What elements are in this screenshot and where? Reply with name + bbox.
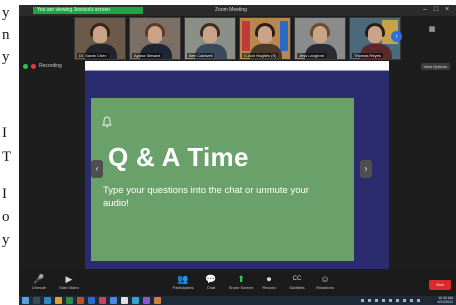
screen-share-banner[interactable]: You are viewing Jessica's screen [33,7,143,14]
system-tray [359,297,429,304]
background-paper-text: y n y I T I o y [0,0,19,305]
previous-slide-button[interactable]: ‹ [91,160,103,178]
paper-letter: o [2,209,10,225]
slide-title: Q & A Time [108,142,249,172]
title-bar: You are viewing Jessica's screen Zoom Me… [19,5,456,16]
slide-body-text: Type your questions into the chat or unm… [103,185,309,209]
paper-letter: y [2,5,10,21]
participant-name: Ayana Stewart [132,53,162,58]
participant-name: Jess Langford [297,53,327,58]
meeting-toolbar: 🎤 Unmute ▶ Start Video 👥 Participants 💬 … [19,271,456,296]
window-title: Zoom Meeting [215,7,247,13]
paper-letter: I [2,186,7,202]
end-meeting-button[interactable]: End [429,280,451,290]
participant-face [93,26,107,43]
bookshelf-decor [280,21,288,51]
search-icon[interactable] [33,297,40,304]
paper-letter: n [2,27,10,43]
toolbar-label: Unmute [31,285,46,290]
participant-face [368,26,382,43]
participant-video-tile[interactable]: Ayana Stewart [129,17,181,60]
next-page-arrow-icon[interactable]: › [391,31,402,42]
folder-icon[interactable] [55,297,62,304]
tray-icon[interactable] [410,299,413,302]
shared-browser-strip [85,61,389,71]
participant-gallery: Dr. Sarah Chen Ayana Stewart Ben Caldwel… [74,17,404,60]
paper-letter: y [2,49,10,65]
taskbar-app-icon[interactable] [154,297,161,304]
record-dot-icon [31,64,36,69]
chat-button[interactable]: 💬 Chat [195,274,227,294]
video-camera-icon: ▶ [65,274,73,284]
tray-icon[interactable] [403,299,406,302]
minimize-icon[interactable]: – [421,6,429,14]
screen-share-banner-text: You are viewing Jessica's screen [37,7,111,13]
tray-icon[interactable] [375,299,378,302]
participant-name: Ben Caldwell [187,53,215,58]
participant-face [258,26,272,43]
taskbar-app-icon[interactable] [77,297,84,304]
zoom-meeting-window: You are viewing Jessica's screen Zoom Me… [19,5,456,305]
participant-name: C.Ann Hughes (S) [242,53,279,58]
bell-icon [102,116,112,128]
participant-video-tile[interactable]: Jess Langford [294,17,346,60]
gallery-view-icon[interactable]: ▦ [427,26,437,34]
participant-video-tile[interactable]: C.Ann Hughes (S) [239,17,291,60]
reactions-button[interactable]: ☺ Reactions [309,274,341,294]
taskbar-app-icon[interactable] [66,297,73,304]
toolbar-label: Start Video [59,285,79,290]
security-shield-icon[interactable] [23,64,28,69]
microphone-icon: 🎤 [33,274,45,284]
participant-face [148,26,162,43]
paper-letter: I [2,125,7,141]
toolbar-label: Reactions [316,285,334,290]
presentation-slide: Q & A Time Type your questions into the … [91,98,354,303]
view-options-button[interactable]: View Options [420,63,450,70]
taskbar-app-icon[interactable] [44,297,51,304]
clock-date: 4/21/2021 [437,299,453,304]
windows-taskbar: 10:42 AM 4/21/2021 [19,296,456,305]
participant-video-tile[interactable]: Dr. Sarah Chen [74,17,126,60]
bookshelf-decor [242,21,250,51]
tray-icon[interactable] [382,299,385,302]
unmute-button[interactable]: 🎤 Unmute [23,274,55,294]
paper-letter: y [2,232,10,248]
zoom-taskbar-icon[interactable] [132,297,139,304]
participant-face [203,26,217,43]
tray-icon[interactable] [368,299,371,302]
tray-icon[interactable] [361,299,364,302]
close-icon[interactable]: × [443,6,451,14]
taskbar-app-icon[interactable] [121,297,128,304]
start-icon[interactable] [22,297,29,304]
reactions-icon: ☺ [320,274,330,284]
participant-face [313,26,327,43]
toolbar-label: Chat [206,285,216,290]
participant-name: Thomas Reyes [352,53,383,58]
taskbar-app-icon[interactable] [143,297,150,304]
participant-video-tile[interactable]: Ben Caldwell [184,17,236,60]
taskbar-clock[interactable]: 10:42 AM 4/21/2021 [433,296,453,304]
tray-icon[interactable] [417,299,420,302]
participant-name: Dr. Sarah Chen [77,53,109,58]
recording-label: Recording [39,63,62,69]
start-video-button[interactable]: ▶ Start Video [53,274,85,294]
taskbar-app-icon[interactable] [88,297,95,304]
next-slide-button[interactable]: › [360,160,372,178]
maximize-icon[interactable]: □ [432,6,440,14]
paper-letter: T [2,149,12,165]
shared-screen: Q & A Time Type your questions into the … [85,61,389,303]
taskbar-app-icon[interactable] [99,297,106,304]
chat-icon: 💬 [205,274,217,284]
taskbar-app-icon[interactable] [110,297,117,304]
tray-icon[interactable] [396,299,399,302]
tray-icon[interactable] [389,299,392,302]
